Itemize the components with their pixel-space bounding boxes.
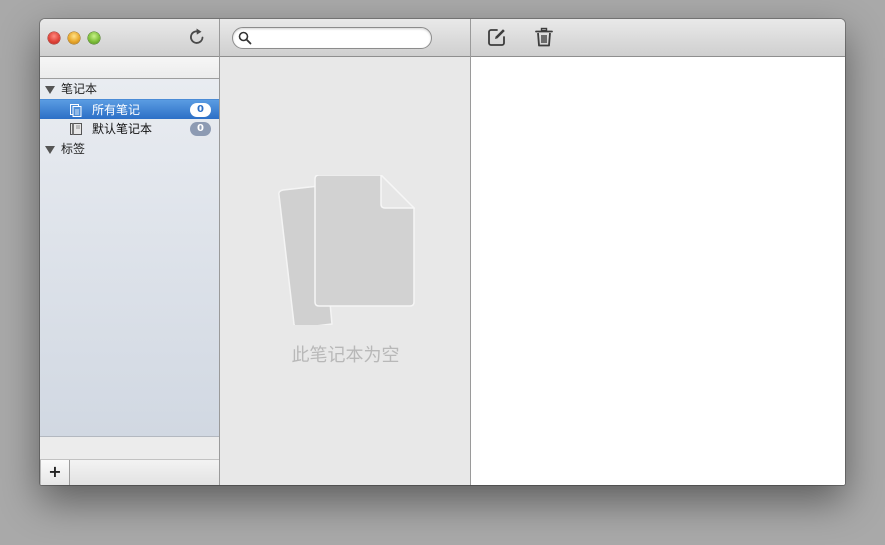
count-badge: 0 [190, 103, 211, 117]
add-notebook-button[interactable]: + [40, 460, 70, 485]
toolbar-right [471, 19, 845, 57]
search-icon [238, 31, 252, 45]
disclosure-triangle-icon[interactable] [45, 86, 55, 94]
close-window-button[interactable] [48, 32, 60, 44]
app-window: 笔记本 所有笔记 0 默认笔记本 0 标签 + 此笔记本为空 [40, 19, 845, 485]
refresh-icon[interactable] [187, 27, 207, 47]
toolbar [40, 19, 845, 57]
toolbar-middle [220, 19, 471, 57]
trash-icon[interactable] [533, 26, 555, 48]
search-field[interactable] [232, 27, 432, 49]
group-tags[interactable]: 标签 [40, 139, 219, 159]
group-label: 标签 [61, 142, 86, 156]
sidebar: 笔记本 所有笔记 0 默认笔记本 0 标签 + [40, 57, 220, 485]
search-input[interactable] [255, 30, 425, 46]
empty-notebook-message: 此笔记本为空 [291, 345, 400, 366]
empty-documents-icon [278, 175, 415, 325]
all-notes-icon [70, 104, 82, 117]
new-note-icon[interactable] [486, 26, 508, 48]
disclosure-triangle-icon[interactable] [45, 146, 55, 154]
sidebar-item-label: 默认笔记本 [92, 122, 153, 136]
sidebar-item-label: 所有笔记 [92, 103, 141, 117]
sidebar-item-all-notes[interactable]: 所有笔记 0 [40, 99, 219, 119]
notebook-icon [70, 123, 82, 135]
note-editor[interactable] [471, 57, 845, 485]
sidebar-item-default-notebook[interactable]: 默认笔记本 0 [40, 119, 219, 139]
group-notebooks[interactable]: 笔记本 [40, 79, 219, 99]
notes-list: 此笔记本为空 [220, 57, 471, 485]
zoom-window-button[interactable] [88, 32, 100, 44]
count-badge: 0 [190, 122, 211, 136]
sidebar-header-bar [40, 57, 219, 79]
sidebar-bottom-bar: + [40, 460, 219, 485]
toolbar-left [40, 19, 220, 57]
source-list: 笔记本 所有笔记 0 默认笔记本 0 标签 [40, 79, 219, 437]
minimize-window-button[interactable] [68, 32, 80, 44]
group-label: 笔记本 [61, 82, 98, 96]
sidebar-footer-spacer [40, 437, 219, 460]
